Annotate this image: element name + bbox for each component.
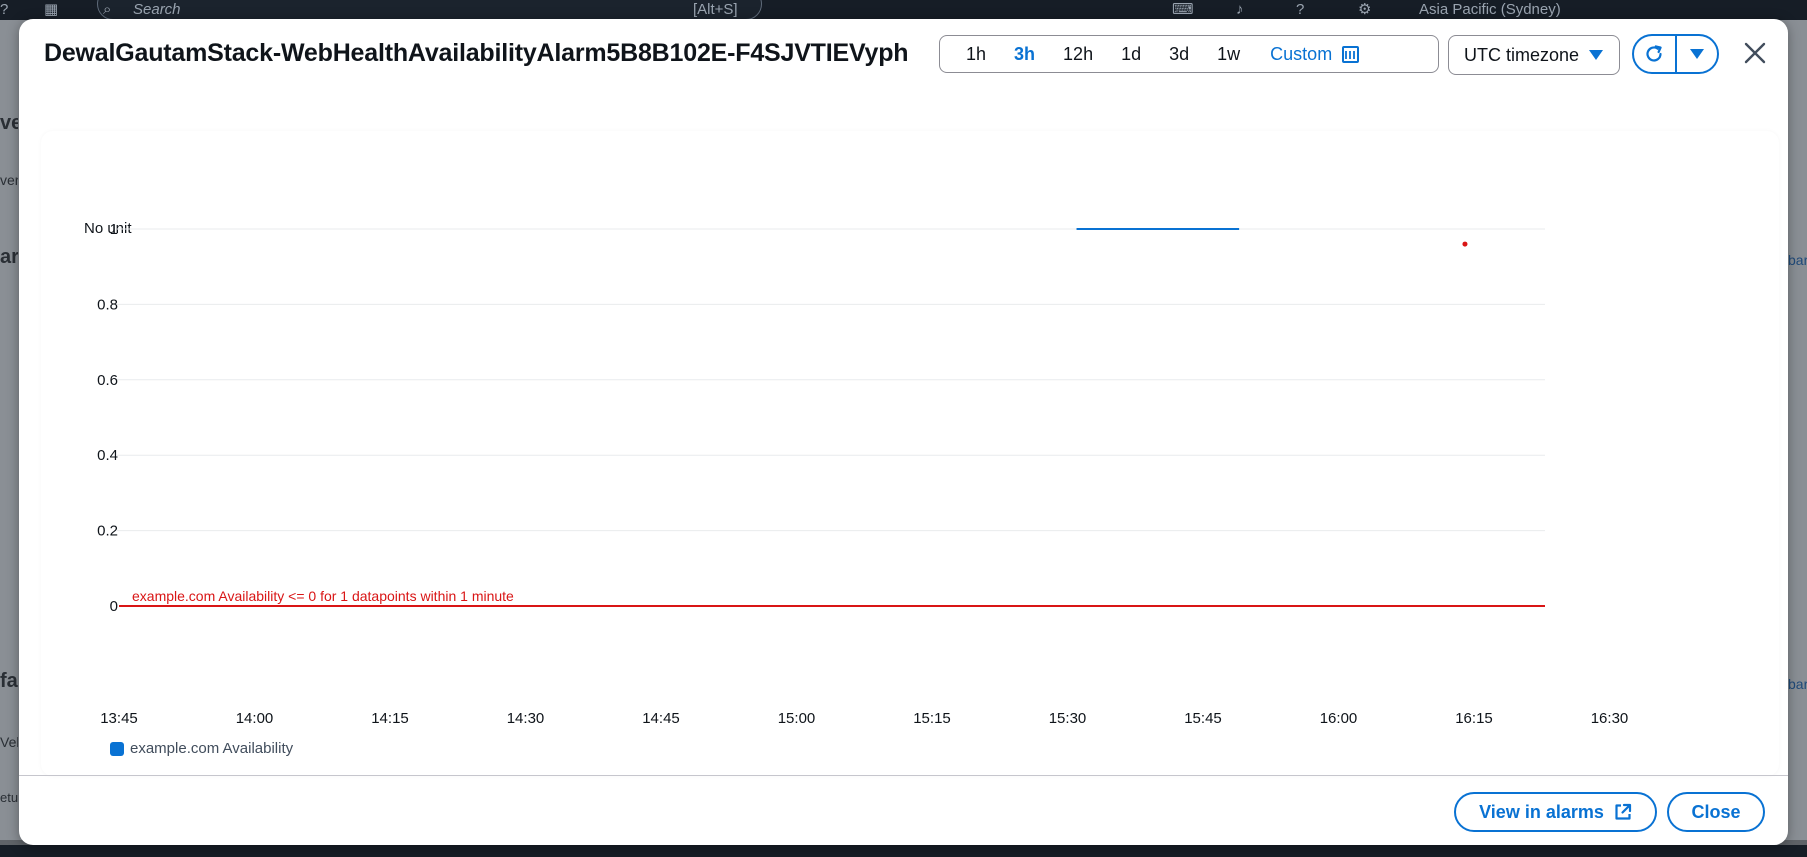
- y-tick-label: 0.2: [97, 523, 118, 540]
- alarm-datapoint: [1462, 241, 1468, 247]
- help-icon[interactable]: ?: [1296, 0, 1304, 20]
- timezone-select[interactable]: UTC timezone: [1448, 35, 1620, 75]
- custom-label: Custom: [1270, 44, 1333, 64]
- bg-fragment: bar: [1788, 676, 1807, 692]
- chart-card: No unit 0 0.2 0.4 0.6 0.8 1 13:45 14:00 14:15 14:…: [41, 131, 1779, 776]
- caret-down-icon: [1689, 49, 1704, 59]
- alarm-details-modal: DewalGautamStack-WebHealthAvailabilityAl…: [19, 19, 1788, 845]
- bg-fragment: ver: [0, 172, 18, 188]
- search-shortcut: [Alt+S]: [693, 1, 738, 18]
- external-link-icon: [1615, 803, 1631, 820]
- x-tick-label: 15:45: [1184, 710, 1222, 727]
- metric-chart: 0 0.2 0.4 0.6 0.8 1 13:45 14:00 14:15 14:30 14:45 1…: [97, 221, 1629, 727]
- grid-icon[interactable]: ▦: [44, 0, 58, 20]
- gear-icon[interactable]: ⚙: [1358, 0, 1371, 20]
- custom-range-button[interactable]: Custom: [1254, 36, 1360, 72]
- time-range-selector: 1h 3h 12h 1d 3d 1w Custom: [939, 35, 1439, 73]
- refresh-icon: [1646, 45, 1662, 62]
- x-tick-label: 13:45: [100, 710, 138, 727]
- caret-down-icon: [1589, 50, 1603, 60]
- menu-icon[interactable]: ?: [0, 0, 8, 20]
- range-1w[interactable]: 1w: [1203, 36, 1254, 72]
- y-tick-label: 0.6: [97, 372, 118, 389]
- bg-fragment: fa: [0, 670, 18, 692]
- calendar-icon: [1342, 45, 1360, 63]
- refresh-split-button: [1632, 34, 1719, 74]
- region-selector[interactable]: Asia Pacific (Sydney): [1419, 0, 1561, 20]
- x-tick-label: 14:30: [507, 710, 545, 727]
- close-icon[interactable]: [1737, 35, 1773, 71]
- modal-title: DewalGautamStack-WebHealthAvailabilityAl…: [44, 39, 909, 67]
- x-tick-label: 14:15: [371, 710, 409, 727]
- chart-legend[interactable]: example.com Availability: [110, 740, 293, 757]
- close-button[interactable]: Close: [1667, 792, 1765, 832]
- background-right-edge: bar bar: [1788, 20, 1807, 840]
- search-placeholder: Search: [133, 1, 181, 18]
- view-in-alarms-button[interactable]: View in alarms: [1454, 792, 1657, 832]
- cloudshell-icon[interactable]: ⌨: [1172, 0, 1194, 20]
- x-tick-label: 14:45: [642, 710, 680, 727]
- legend-label: example.com Availability: [130, 740, 294, 757]
- bg-fragment: etu: [0, 790, 18, 805]
- bg-fragment: Veb: [0, 734, 18, 750]
- range-1d[interactable]: 1d: [1107, 36, 1155, 72]
- bell-icon[interactable]: ♪: [1236, 0, 1244, 20]
- range-3d[interactable]: 3d: [1155, 36, 1203, 72]
- refresh-button[interactable]: [1634, 36, 1675, 72]
- threshold-label: example.com Availability <= 0 for 1 data…: [132, 588, 514, 604]
- x-tick-label: 16:00: [1320, 710, 1358, 727]
- y-tick-label: 1: [110, 221, 118, 238]
- y-tick-label: 0: [110, 598, 118, 615]
- bottom-bar: [0, 845, 1807, 857]
- search-input[interactable]: [97, 0, 762, 20]
- legend-swatch: [110, 741, 124, 756]
- x-tick-label: 15:30: [1049, 710, 1087, 727]
- x-tick-label: 14:00: [236, 710, 274, 727]
- x-tick-label: 15:00: [778, 710, 816, 727]
- x-tick-label: 16:30: [1591, 710, 1629, 727]
- view-in-alarms-label: View in alarms: [1479, 801, 1604, 822]
- close-label: Close: [1691, 801, 1741, 822]
- y-tick-label: 0.8: [97, 296, 118, 313]
- y-tick-label: 0.4: [97, 447, 118, 464]
- top-navigation-bar: ? ▦ ⌕ Search [Alt+S] ⌨ ♪ ? ⚙ Asia Pacifi…: [0, 0, 1807, 20]
- range-12h[interactable]: 12h: [1049, 36, 1107, 72]
- x-tick-label: 15:15: [913, 710, 951, 727]
- refresh-options-button[interactable]: [1674, 36, 1718, 72]
- range-1h[interactable]: 1h: [952, 36, 1000, 72]
- timezone-value: UTC timezone: [1464, 44, 1580, 65]
- footer-divider: [19, 775, 1788, 776]
- background-left-edge: ver ver arn fa Veb etu: [0, 20, 18, 840]
- bg-fragment: bar: [1788, 252, 1807, 268]
- bg-fragment: arn: [0, 246, 18, 268]
- range-3h[interactable]: 3h: [1000, 36, 1049, 72]
- bg-fragment: ver: [0, 112, 18, 134]
- search-icon: ⌕: [103, 1, 112, 18]
- x-tick-label: 16:15: [1455, 710, 1493, 727]
